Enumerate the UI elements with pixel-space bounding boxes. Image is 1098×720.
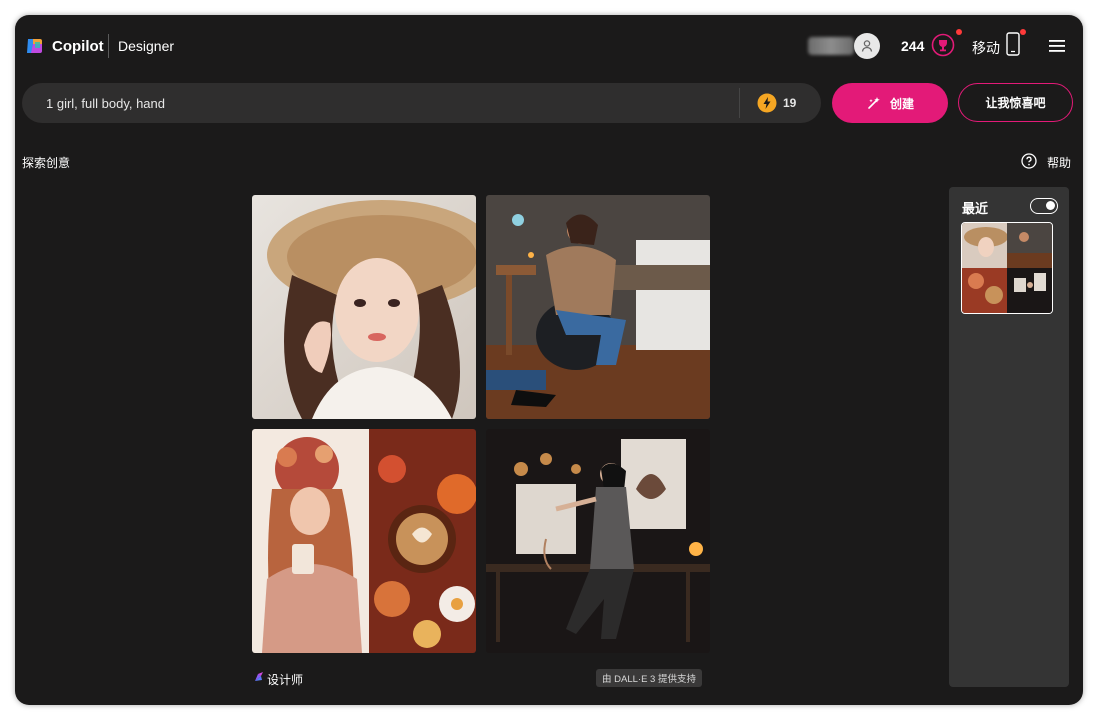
toggle-knob (1046, 201, 1055, 210)
avatar[interactable] (854, 33, 880, 59)
recent-toggle[interactable] (1030, 198, 1058, 214)
surprise-me-button[interactable]: 让我惊喜吧 (958, 83, 1073, 122)
prompt-divider (739, 88, 740, 118)
app-name[interactable]: Designer (118, 38, 174, 54)
surprise-me-label: 让我惊喜吧 (985, 96, 1046, 110)
woman-in-bedroom-chair-image[interactable] (486, 195, 710, 419)
help-label[interactable]: 帮助 (1047, 154, 1071, 171)
mobile-label[interactable]: 移动 (972, 38, 1000, 58)
explore-ideas-link[interactable]: 探索创意 (22, 154, 70, 171)
prompt-text[interactable]: 1 girl, full body, hand (46, 96, 165, 111)
boost-count: 19 (783, 96, 797, 110)
dalle-powered-badge: 由 DALL·E 3 提供支持 (596, 669, 702, 687)
autumn-coffee-collage-image[interactable] (252, 429, 476, 653)
create-button[interactable]: 创建 (832, 83, 948, 123)
boost-icon[interactable] (757, 93, 777, 113)
recent-title: 最近 (962, 201, 989, 216)
woman-in-dark-studio-image[interactable] (486, 429, 710, 653)
trophy-icon[interactable] (931, 33, 955, 57)
copilot-logo-icon[interactable] (25, 37, 43, 55)
designer-label: 设计师 (267, 673, 304, 687)
notification-dot (956, 29, 962, 35)
woman-in-straw-hat-image[interactable] (252, 195, 476, 419)
designer-window: Copilot Designer 244 移动 1 girl, full bod… (15, 15, 1083, 705)
prompt-input[interactable]: 1 girl, full body, hand 19 (22, 83, 821, 123)
notification-dot (1020, 29, 1026, 35)
help-icon[interactable] (1021, 153, 1037, 169)
phone-icon[interactable] (1006, 32, 1020, 56)
recent-thumbnail[interactable] (961, 222, 1053, 314)
hamburger-menu-icon[interactable] (1049, 39, 1065, 53)
create-button-label: 创建 (889, 96, 914, 111)
recent-panel: 最近 (949, 187, 1069, 687)
rewards-points[interactable]: 244 (901, 38, 924, 54)
user-name-redacted[interactable] (808, 37, 854, 55)
brand-name[interactable]: Copilot (52, 38, 104, 55)
header-divider (108, 34, 109, 58)
wand-sparkle-icon (868, 97, 880, 109)
user-icon (861, 40, 873, 52)
designer-logo-icon (255, 672, 263, 681)
